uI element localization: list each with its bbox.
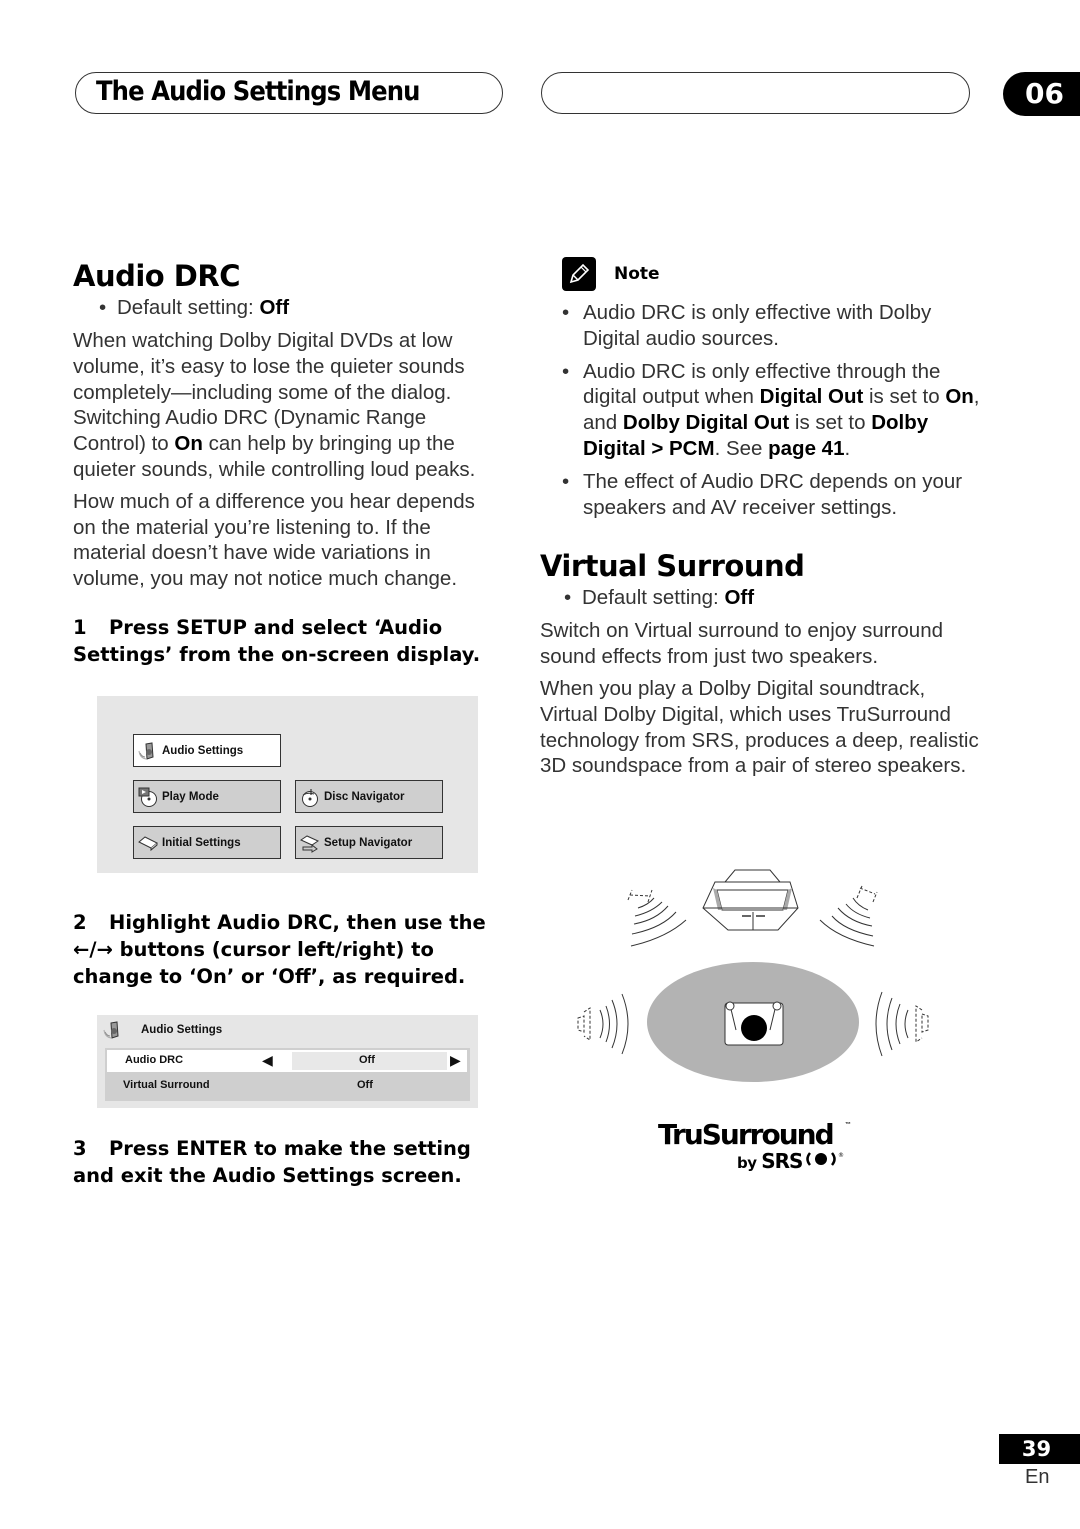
note-item: Audio DRC is only effective with Dolby D… bbox=[562, 300, 980, 352]
menu-item-label: Setup Navigator bbox=[324, 836, 413, 849]
note-text: The effect of Audio DRC depends on your … bbox=[583, 469, 963, 519]
para1-bold: On bbox=[174, 432, 203, 456]
note-bold-text: On bbox=[945, 385, 974, 409]
settings-panel: Audio DRC ◀ Off ▶ Virtual Surround Off bbox=[105, 1048, 470, 1101]
trusurround-srs-logo: TruSurround ™ by SRS ® bbox=[655, 1118, 855, 1178]
step-lead: Highlight Audio DRC, then use the bbox=[109, 911, 486, 934]
menu-item-play-mode[interactable]: Play Mode bbox=[133, 780, 281, 813]
setting-label: Audio DRC bbox=[125, 1054, 184, 1066]
default-label: Default setting: bbox=[582, 586, 725, 610]
arrow-left-icon[interactable]: ◀ bbox=[262, 1053, 273, 1067]
disc-navigator-icon bbox=[300, 787, 320, 807]
setup-menu-screen: Audio Settings Play Mode Disc Navigator … bbox=[97, 696, 478, 873]
speaker-icon bbox=[103, 1020, 123, 1040]
menu-item-disc-navigator[interactable]: Disc Navigator bbox=[295, 780, 443, 813]
chapter-tab: 06 bbox=[1003, 72, 1080, 116]
setting-value: Off bbox=[359, 1054, 375, 1066]
audio-drc-heading: Audio DRC bbox=[73, 259, 241, 293]
audio-drc-para2: How much of a difference you hear depend… bbox=[73, 489, 475, 591]
speaker-left-icon bbox=[577, 993, 629, 1055]
virtual-surround-illustration bbox=[577, 869, 929, 1082]
note-bold-text: Dolby Digital Out bbox=[622, 411, 790, 435]
disc-play-icon bbox=[138, 787, 158, 807]
registered-mark: ® bbox=[838, 1152, 844, 1159]
menu-item-label: Disc Navigator bbox=[324, 790, 405, 803]
step-1: 1 Press SETUP and select ‘Audio Settings’… bbox=[73, 614, 503, 668]
note-text: . bbox=[844, 436, 851, 460]
right-column: Note Audio DRC is only effective with Do… bbox=[540, 256, 980, 779]
section-title: The Audio Settings Menu bbox=[96, 76, 420, 107]
note-text: is set to bbox=[789, 411, 872, 435]
audio-drc-default: Default setting: Off bbox=[99, 295, 503, 321]
speaker-right-icon bbox=[875, 991, 929, 1057]
note-list: Audio DRC is only effective with Dolby D… bbox=[562, 300, 980, 520]
header-blank-pill bbox=[541, 72, 970, 114]
audio-settings-title: Audio Settings bbox=[103, 1020, 222, 1040]
step-text: Press SETUP and select ‘Audio Settings’ … bbox=[73, 615, 481, 666]
setting-value: Off bbox=[357, 1079, 373, 1091]
speaker-icon bbox=[138, 741, 158, 761]
virtual-surround-para2: When you play a Dolby Digital soundtrack… bbox=[540, 676, 979, 778]
step-3: 3 Press ENTER to make the setting and exi… bbox=[73, 1135, 513, 1189]
audio-drc-section: Audio DRC Default setting: Off When watc… bbox=[73, 256, 503, 668]
menu-item-label: Audio Settings bbox=[162, 744, 244, 757]
logo-wordmark: TruSurround bbox=[658, 1118, 835, 1151]
virtual-surround-heading: Virtual Surround bbox=[540, 549, 805, 584]
note-item: Audio DRC is only effective through the … bbox=[562, 359, 980, 462]
default-label: Default setting: bbox=[117, 296, 260, 319]
logo-byline: by SRS bbox=[737, 1149, 803, 1173]
step-number: 1 bbox=[73, 615, 87, 639]
language-label: En bbox=[1025, 1466, 1050, 1488]
pencil-icon bbox=[562, 257, 596, 291]
trademark-mark: ™ bbox=[845, 1122, 851, 1128]
cursor-arrows-icon: ←/→ bbox=[73, 938, 113, 961]
note-text: . See bbox=[714, 436, 769, 460]
note-item: The effect of Audio DRC depends on your … bbox=[562, 469, 980, 521]
note-title: Note bbox=[614, 264, 660, 284]
note-header: Note bbox=[540, 256, 980, 292]
default-value: Off bbox=[724, 586, 755, 610]
settings-tray-icon bbox=[138, 833, 158, 853]
logo-brand: SRS bbox=[761, 1149, 803, 1173]
step-2-text: 2 Highlight Audio DRC, then use the ←/→ b… bbox=[73, 909, 513, 990]
virtual-speaker-front-right-icon bbox=[819, 885, 878, 947]
step-text: Press ENTER to make the setting and exit… bbox=[73, 1137, 471, 1187]
audio-settings-screen: Audio Settings Audio DRC ◀ Off ▶ Virtual… bbox=[97, 1015, 478, 1108]
tv-icon bbox=[702, 869, 799, 931]
default-value: Off bbox=[259, 296, 290, 319]
navigator-arrow-icon bbox=[300, 833, 320, 853]
setting-row-virtual-surround[interactable]: Virtual Surround Off bbox=[105, 1075, 470, 1097]
menu-item-label: Play Mode bbox=[162, 790, 219, 803]
virtual-surround-default: Default setting: Off bbox=[564, 585, 980, 611]
step-3-text: 3 Press ENTER to make the setting and exi… bbox=[73, 1135, 513, 1189]
section-title-pill: The Audio Settings Menu bbox=[75, 72, 503, 114]
note-bold-text: Digital Out bbox=[759, 385, 864, 409]
note-bold-text: page 41 bbox=[768, 436, 845, 460]
screen-title: Audio Settings bbox=[141, 1024, 223, 1036]
menu-item-setup-navigator[interactable]: Setup Navigator bbox=[295, 826, 443, 859]
step-number: 2 bbox=[73, 911, 87, 934]
arrow-right-icon[interactable]: ▶ bbox=[450, 1053, 461, 1067]
audio-drc-para1: When watching Dolby Digital DVDs at low … bbox=[73, 328, 503, 483]
setting-row-audio-drc[interactable]: Audio DRC ◀ Off ▶ bbox=[107, 1050, 467, 1072]
virtual-speaker-front-left-icon bbox=[627, 889, 687, 947]
note-text: is set to bbox=[863, 385, 946, 409]
virtual-surround-para1: Switch on Virtual surround to enjoy surr… bbox=[540, 619, 944, 669]
menu-item-audio-settings[interactable]: Audio Settings bbox=[133, 734, 281, 767]
chapter-number: 06 bbox=[1025, 77, 1064, 110]
step-2: 2 Highlight Audio DRC, then use the ←/→ b… bbox=[73, 909, 513, 990]
logo-by: by bbox=[737, 1154, 757, 1172]
note-text: Audio DRC is only effective with Dolby D… bbox=[583, 301, 932, 350]
page-number: 39 bbox=[999, 1434, 1080, 1464]
setting-label: Virtual Surround bbox=[123, 1079, 210, 1091]
menu-item-label: Initial Settings bbox=[162, 836, 241, 849]
step-text: buttons (cursor left/right) to change to… bbox=[73, 938, 466, 988]
step-number: 3 bbox=[73, 1137, 87, 1160]
menu-item-initial-settings[interactable]: Initial Settings bbox=[133, 826, 281, 859]
srs-circle-icon: ® bbox=[806, 1152, 844, 1166]
listener-chair-icon bbox=[724, 1001, 784, 1046]
